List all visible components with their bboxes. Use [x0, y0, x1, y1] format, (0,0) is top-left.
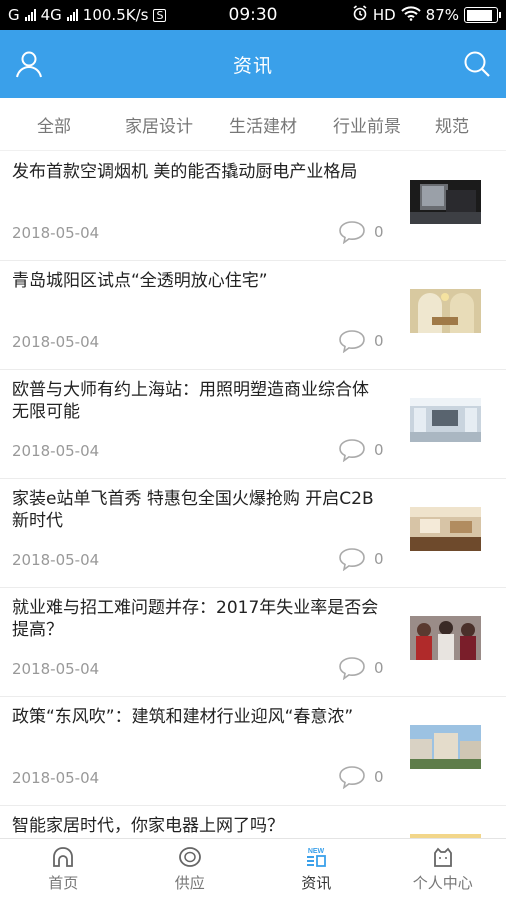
comment-number: 0: [374, 768, 384, 786]
battery-percent: 87%: [425, 6, 459, 24]
news-date: 2018-05-04: [12, 442, 100, 460]
comment-count[interactable]: 0: [338, 656, 384, 680]
hd-label: HD: [372, 6, 396, 24]
nav-profile[interactable]: 个人中心: [380, 839, 506, 900]
comment-count[interactable]: 0: [338, 329, 384, 353]
news-item[interactable]: 家装e站单飞首秀 特惠包全国火爆抢购 开启C2B新时代 2018-05-04 0: [0, 479, 506, 588]
status-left: G 4G 100.5K/s S: [8, 6, 167, 24]
news-badge: NEW: [308, 848, 325, 855]
nav-supply-label: 供应: [174, 874, 205, 892]
comment-icon: [339, 548, 365, 571]
news-thumbnail-living-room: [410, 398, 481, 442]
comment-number: 0: [374, 550, 384, 568]
comment-icon: [339, 657, 365, 680]
news-thumbnail-job-fair: [410, 616, 481, 660]
news-thumbnail-dining-room: [410, 289, 481, 333]
comment-count[interactable]: 0: [338, 220, 384, 244]
network-speed: 100.5K/s: [82, 6, 149, 24]
news-item[interactable]: 发布首款空调烟机 美的能否撬动厨电产业格局 2018-05-04 0: [0, 152, 506, 261]
bottom-nav: 首页 供应 NEW 资讯 个人中心: [0, 838, 506, 900]
comment-count[interactable]: 0: [338, 765, 384, 789]
signal-icon: [24, 9, 36, 21]
comment-number: 0: [374, 223, 384, 241]
comment-count[interactable]: 0: [338, 547, 384, 571]
news-item[interactable]: 青岛城阳区试点“全透明放心住宅” 2018-05-04 0: [0, 261, 506, 370]
supply-icon: [178, 847, 201, 867]
news-date: 2018-05-04: [12, 660, 100, 678]
comment-icon: [339, 439, 365, 462]
home-icon: [53, 847, 74, 867]
tab-standards[interactable]: 规范: [435, 112, 469, 137]
user-icon[interactable]: [14, 49, 44, 79]
nav-supply[interactable]: 供应: [127, 839, 254, 900]
news-item[interactable]: 欧普与大师有约上海站：用照明塑造商业综合体无限可能 2018-05-04 0: [0, 370, 506, 479]
comment-number: 0: [374, 332, 384, 350]
comment-number: 0: [374, 441, 384, 459]
news-title: 欧普与大师有约上海站：用照明塑造商业综合体无限可能: [12, 380, 369, 422]
search-icon[interactable]: [462, 49, 492, 79]
status-bar: G 4G 100.5K/s S 09:30 HD 87%: [0, 0, 506, 30]
comment-icon: [339, 221, 365, 244]
page-title: 资讯: [232, 54, 273, 77]
alarm-icon: [352, 5, 368, 25]
news-title: 青岛城阳区试点“全透明放心住宅”: [12, 271, 268, 291]
network-type: 4G: [40, 6, 62, 24]
category-tabs: 全部 家居设计 生活建材 行业前景 规范: [0, 98, 506, 151]
news-item[interactable]: 就业难与招工难问题并存：2017年失业率是否会提高？ 2018-05-04 0: [0, 588, 506, 697]
wifi-icon: [400, 5, 421, 25]
news-icon: NEW: [307, 848, 327, 867]
tab-building-materials[interactable]: 生活建材: [229, 112, 297, 137]
battery-fill: [466, 9, 492, 21]
speed-badge: S: [153, 8, 167, 22]
nav-home[interactable]: 首页: [0, 839, 127, 900]
news-title: 就业难与招工难问题并存：2017年失业率是否会提高？: [12, 598, 379, 640]
news-thumbnail-range-hood: [410, 180, 481, 224]
news-thumbnail-buildings: [410, 725, 481, 769]
status-right: HD 87%: [352, 5, 501, 25]
news-date: 2018-05-04: [12, 333, 100, 351]
news-date: 2018-05-04: [12, 769, 100, 787]
tab-industry-outlook[interactable]: 行业前景: [333, 112, 401, 137]
news-title: 家装e站单飞首秀 特惠包全国火爆抢购 开启C2B新时代: [12, 489, 374, 531]
comment-count[interactable]: 0: [338, 438, 384, 462]
news-item[interactable]: 智能家居时代，你家电器上网了吗？: [0, 806, 506, 838]
news-list: 发布首款空调烟机 美的能否撬动厨电产业格局 2018-05-04 0 青岛城阳区…: [0, 152, 506, 838]
news-date: 2018-05-04: [12, 224, 100, 242]
nav-home-label: 首页: [48, 874, 79, 892]
app-header: 资讯: [0, 30, 506, 98]
comment-number: 0: [374, 659, 384, 677]
comment-icon: [339, 330, 365, 353]
nav-news-label: 资讯: [301, 874, 332, 892]
nav-news[interactable]: NEW 资讯: [253, 839, 380, 900]
news-item[interactable]: 政策“东风吹”：建筑和建材行业迎风“春意浓” 2018-05-04 0: [0, 697, 506, 806]
news-title: 发布首款空调烟机 美的能否撬动厨电产业格局: [12, 162, 358, 182]
news-title: 智能家居时代，你家电器上网了吗？: [12, 816, 284, 836]
news-date: 2018-05-04: [12, 551, 100, 569]
nav-profile-label: 个人中心: [412, 874, 473, 892]
news-title: 政策“东风吹”：建筑和建材行业迎风“春意浓”: [12, 707, 354, 727]
profile-icon: [433, 847, 452, 867]
tab-all[interactable]: 全部: [37, 112, 71, 137]
tab-home-design[interactable]: 家居设计: [125, 112, 193, 137]
signal-icon-2: [66, 9, 78, 21]
comment-icon: [339, 766, 365, 789]
battery-icon: [464, 7, 501, 23]
carrier-label: G: [8, 6, 20, 24]
news-thumbnail-interior: [410, 507, 481, 551]
